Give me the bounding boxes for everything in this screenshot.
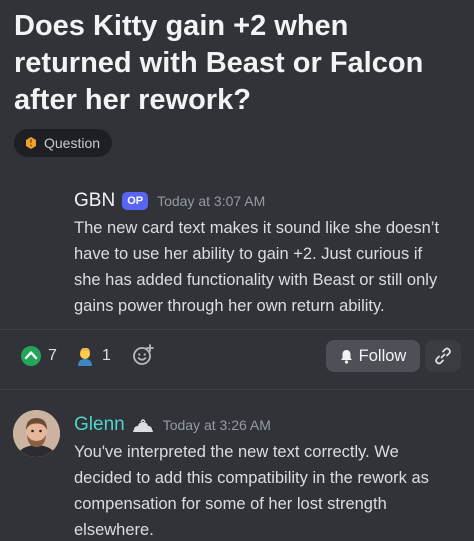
reaction-count: 7 [48,347,57,364]
message-line: have to use her ability to gain +2. Just… [74,245,423,263]
message-line: she has added functionality with Beast o… [74,271,438,289]
user-avatar-image [13,410,60,457]
message-line: decided to add this compatibility in the… [74,469,429,487]
timestamp: Today at 3:26 AM [162,417,271,433]
divider [0,329,474,330]
message-line: You've interpreted the new text correctl… [74,443,399,461]
bell-icon [340,349,352,364]
reaction-person[interactable]: 1 [74,341,111,371]
author-name[interactable]: Glenn [74,414,125,436]
timestamp: Today at 3:07 AM [157,193,266,209]
message-line: compensation for some of her lost streng… [74,495,387,513]
link-icon [435,347,451,365]
reaction-upvote[interactable]: 7 [20,341,57,371]
tag-label: Question [44,135,101,151]
reply-message-body: You've interpreted the new text correctl… [74,439,469,541]
staff-badge-icon [132,419,153,432]
thread-title: Does Kitty gain +2 when returned with Be… [14,10,424,116]
person-emoji-icon [78,347,92,366]
question-tag-icon [26,137,36,149]
thread-view: Does Kitty gain +2 when returned with Be… [0,0,474,541]
follow-button[interactable]: Follow [326,340,420,372]
reply-message-header: Glenn Today at 3:26 AM [74,414,271,436]
add-reaction-icon[interactable] [131,343,155,367]
message-line: elsewhere. [74,521,154,539]
avatar[interactable] [13,410,60,457]
op-message-body: The new card text makes it sound like sh… [74,215,469,319]
divider [0,389,474,390]
upvote-icon [21,346,41,366]
follow-label: Follow [358,346,407,365]
message-line: gains power through her own return abili… [74,297,385,315]
reaction-count: 1 [102,347,111,364]
message-line: The new card text makes it sound like sh… [74,219,440,237]
copy-link-button[interactable] [425,340,461,372]
op-message-header: GBN OP Today at 3:07 AM [74,190,265,212]
author-name[interactable]: GBN [74,190,115,212]
question-tag[interactable]: Question [14,129,113,157]
op-badge: OP [122,192,149,210]
